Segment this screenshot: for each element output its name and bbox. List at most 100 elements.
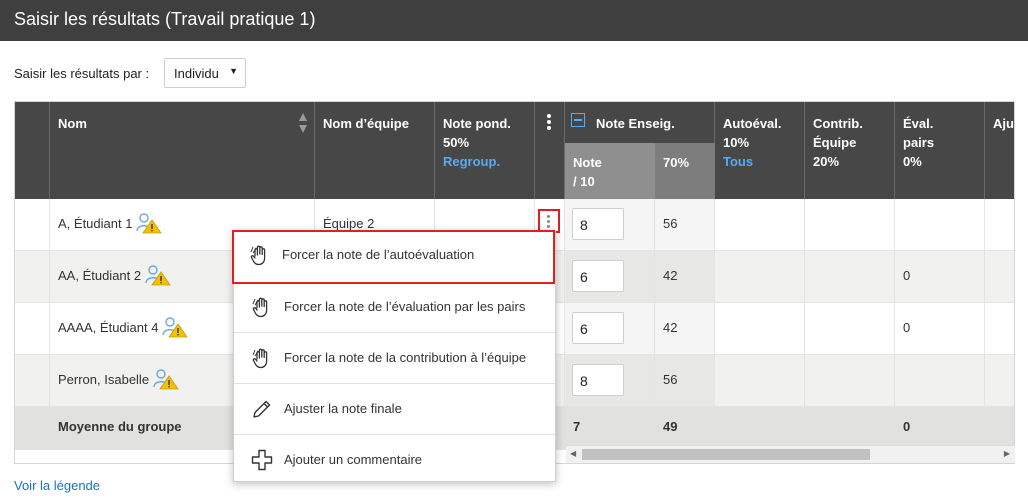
collapse-icon[interactable]: [571, 113, 585, 127]
contrib-label-2: Équipe: [813, 135, 857, 150]
note-input[interactable]: 8: [572, 208, 624, 240]
average-note-cell: 7: [565, 407, 655, 449]
sort-icon[interactable]: [298, 112, 308, 134]
weighted-score: 42: [663, 320, 678, 335]
peer-score: 0: [903, 320, 911, 335]
contrib-percent: 20%: [813, 154, 840, 169]
subheader-note-label: Note: [573, 155, 602, 170]
user-warning-icon: [136, 212, 162, 234]
self-eval-label: Autoéval.: [723, 116, 782, 131]
teacher-label: Note Enseig.: [596, 116, 675, 131]
menu-item-label: Forcer la note de l’évaluation par les p…: [284, 299, 526, 314]
menu-item-label: Forcer la note de l’autoévaluation: [282, 247, 475, 262]
hand-icon: [248, 243, 272, 267]
page-title: Saisir les résultats (Travail pratique 1…: [14, 9, 316, 29]
weighted-score: 42: [663, 268, 678, 283]
menu-item-1[interactable]: Forcer la note de l’autoévaluation: [232, 230, 555, 284]
entry-mode-select[interactable]: Individu ▼: [164, 58, 246, 88]
entry-mode-value: Individu: [174, 66, 219, 81]
hand-icon: [250, 346, 274, 370]
average-peer-cell: 0: [895, 407, 985, 449]
team-name: Équipe 2: [323, 216, 375, 231]
scroll-left-icon[interactable]: ◀: [570, 449, 576, 458]
cell-adj: [985, 355, 1014, 406]
cell-peer: 0: [895, 303, 985, 354]
student-name[interactable]: Perron, Isabelle: [58, 372, 149, 387]
cell-sel: [15, 251, 50, 302]
note-value: 8: [580, 373, 588, 389]
subheader-percent: 70%: [655, 143, 715, 199]
note-value: 8: [580, 217, 588, 233]
select-column-header: [15, 102, 50, 199]
weighted-label: Note pond.: [443, 116, 511, 131]
average-pct: 49: [663, 419, 678, 434]
weighted-score: 56: [663, 216, 678, 231]
cell-self: [715, 251, 805, 302]
cell-note: 6: [565, 303, 655, 354]
cell-pct: 56: [655, 355, 715, 406]
adjust-label: Ajus: [993, 116, 1014, 131]
column-header-teacher[interactable]: Note Enseig.: [565, 102, 715, 143]
menu-item-2[interactable]: Forcer la note de l’évaluation par les p…: [234, 282, 555, 333]
cell-note: 8: [565, 199, 655, 250]
student-name[interactable]: AAAA, Étudiant 4: [58, 320, 158, 335]
column-header-name[interactable]: Nom: [50, 102, 315, 199]
legend-link[interactable]: Voir la légende: [14, 478, 100, 493]
cell-self: [715, 199, 805, 250]
caret-down-icon: ▼: [229, 66, 238, 76]
cell-pct: 42: [655, 303, 715, 354]
subheader-note-scale: / 10: [573, 174, 595, 189]
student-name[interactable]: A, Étudiant 1: [58, 216, 132, 231]
column-header-name-label: Nom: [58, 116, 87, 131]
peer-label-1: Éval.: [903, 116, 934, 131]
column-header-contrib: Contrib. Équipe 20%: [805, 102, 895, 199]
context-menu: Forcer la note de l’autoévaluation Forcer…: [232, 230, 556, 482]
contrib-label-1: Contrib.: [813, 116, 863, 131]
cell-note: 8: [565, 355, 655, 406]
plus-icon: [250, 448, 274, 472]
note-value: 6: [580, 321, 588, 337]
cell-peer: [895, 355, 985, 406]
cell-adj: [985, 251, 1014, 302]
column-header-actions[interactable]: [535, 102, 565, 199]
column-header-adjust: Ajus: [985, 102, 1014, 199]
peer-score: 0: [903, 268, 911, 283]
pencil-icon: [250, 397, 274, 421]
cell-self: [715, 355, 805, 406]
self-eval-all-link[interactable]: Tous: [723, 152, 782, 171]
menu-item-4[interactable]: Ajuster la note finale: [234, 384, 555, 435]
user-warning-icon: [145, 264, 171, 286]
cell-adj: [985, 303, 1014, 354]
average-pct-cell: 49: [655, 407, 715, 449]
column-header-self-eval: Autoéval. 10% Tous: [715, 102, 805, 199]
subheader-percent-label: 70%: [663, 155, 690, 170]
cell-contrib: [805, 303, 895, 354]
note-input[interactable]: 6: [572, 312, 624, 344]
cell-pct: 56: [655, 199, 715, 250]
regroup-link[interactable]: Regroup.: [443, 152, 511, 171]
cell-self: [715, 303, 805, 354]
student-name[interactable]: AA, Étudiant 2: [58, 268, 141, 283]
menu-item-label: Forcer la note de la contribution à l’éq…: [284, 350, 527, 365]
weighted-score: 56: [663, 372, 678, 387]
cell-sel: [15, 355, 50, 406]
cell-contrib: [805, 355, 895, 406]
note-input[interactable]: 6: [572, 260, 624, 292]
note-value: 6: [580, 269, 588, 285]
scrollbar-thumb[interactable]: [582, 449, 870, 460]
average-peer: 0: [903, 419, 911, 434]
menu-item-label: Ajuster la note finale: [284, 401, 402, 416]
note-input[interactable]: 8: [572, 364, 624, 396]
kebab-menu-icon[interactable]: [547, 114, 551, 132]
cell-sel: [15, 199, 50, 250]
menu-item-label: Ajouter un commentaire: [284, 452, 423, 467]
user-warning-icon: [162, 316, 188, 338]
column-header-team-label: Nom d’équipe: [323, 116, 409, 131]
horizontal-scrollbar[interactable]: ◀ ▶: [566, 445, 1015, 463]
self-eval-percent: 10%: [723, 135, 750, 150]
scroll-right-icon[interactable]: ▶: [1004, 449, 1010, 458]
cell-peer: [895, 199, 985, 250]
menu-item-3[interactable]: Forcer la note de la contribution à l’éq…: [234, 333, 555, 384]
menu-item-5[interactable]: Ajouter un commentaire: [234, 435, 555, 486]
peer-label-2: pairs: [903, 135, 935, 150]
